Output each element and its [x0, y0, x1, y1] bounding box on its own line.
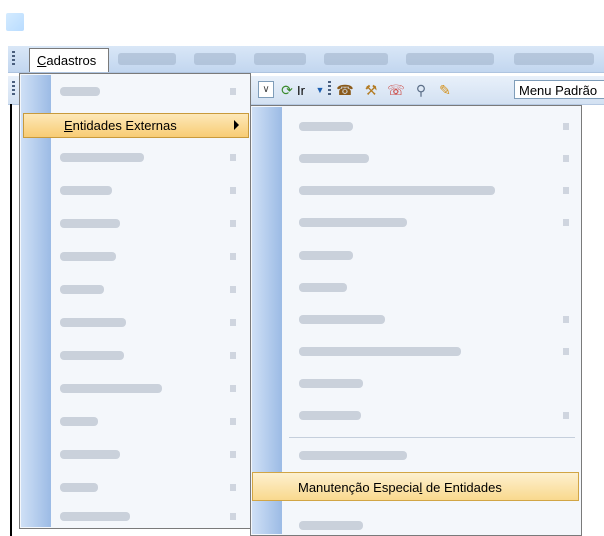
menu-item-obscured[interactable] — [299, 122, 353, 131]
profile-combo[interactable]: Menu Padrão — [514, 80, 604, 99]
submenu-arrow-icon — [230, 286, 236, 293]
toolbar-grip[interactable] — [12, 81, 15, 97]
submenu-arrow-icon — [563, 412, 569, 419]
toolbar-grip[interactable] — [328, 81, 331, 97]
submenu-arrow-icon — [230, 484, 236, 491]
submenu-arrow-icon — [563, 348, 569, 355]
submenu-arrow-icon — [230, 385, 236, 392]
menu-item-obscured[interactable] — [299, 251, 353, 260]
entidades-externas-mnemonic: E — [64, 118, 73, 133]
menu-icon-stripe — [252, 107, 282, 534]
menu-icon-stripe — [21, 75, 51, 527]
menu-item-obscured[interactable] — [60, 351, 124, 360]
menu-item-obscured[interactable] — [60, 417, 98, 426]
submenu-arrow-icon — [563, 187, 569, 194]
submenu-arrow-icon — [563, 219, 569, 226]
menu-item-obscured[interactable] — [60, 384, 162, 393]
menu-cadastros-label: adastros — [46, 53, 97, 68]
menu-item-manutencao-especial-de-entidades[interactable]: Manutenção Especial de Entidades — [252, 472, 579, 501]
refresh-icon[interactable]: ⟳ — [278, 81, 296, 99]
menu-item-obscured[interactable] — [299, 283, 347, 292]
menu-item-obscured[interactable] — [254, 53, 306, 65]
menu-cadastros-mnemonic: C — [37, 53, 47, 68]
menu-item-obscured[interactable] — [60, 450, 120, 459]
menu-item-obscured[interactable] — [299, 315, 385, 324]
submenu-arrow-icon — [230, 451, 236, 458]
manutencao-especial-label-after: de Entidades — [422, 480, 502, 495]
submenu-arrow-icon — [230, 513, 236, 520]
submenu-arrow-icon — [563, 123, 569, 130]
tools-icon[interactable]: ⚒ — [362, 81, 380, 99]
menubar-grip[interactable] — [12, 51, 15, 67]
menu-item-obscured[interactable] — [60, 153, 144, 162]
menu-item-obscured[interactable] — [194, 53, 236, 65]
menu-item-obscured[interactable] — [299, 521, 363, 530]
menu-item-obscured[interactable] — [514, 53, 594, 65]
menu-item-entidades-externas-label: Entidades Externas — [64, 118, 177, 133]
submenu-arrow-icon — [230, 220, 236, 227]
menu-separator — [289, 437, 575, 438]
app-icon — [6, 13, 24, 31]
menu-item-obscured[interactable] — [60, 252, 116, 261]
entidades-externas-label-rest: ntidades Externas — [72, 118, 177, 133]
menu-item-obscured[interactable] — [299, 347, 461, 356]
menu-cadastros[interactable]: Cadastros — [29, 48, 109, 72]
search-icon[interactable]: ⚲ — [412, 81, 430, 99]
submenu-arrow-icon — [230, 418, 236, 425]
menu-item-obscured[interactable] — [299, 411, 361, 420]
phone-icon[interactable]: ☏ — [387, 81, 405, 99]
menu-item-obscured[interactable] — [60, 219, 120, 228]
go-button[interactable]: Ir — [297, 83, 305, 98]
menu-item-obscured[interactable] — [299, 451, 407, 460]
submenu-arrow-icon — [230, 88, 236, 95]
combo-dropdown-button[interactable]: ∨ — [258, 81, 274, 98]
submenu-arrow-icon — [230, 319, 236, 326]
manutencao-especial-label: Manutenção Especial de Entidades — [298, 480, 502, 495]
manutencao-especial-label-before: Manutenção Especia — [298, 480, 420, 495]
submenu-arrow-icon — [230, 352, 236, 359]
user-phone-icon[interactable]: ☎ — [336, 81, 354, 99]
submenu-arrow-icon — [230, 187, 236, 194]
menu-bar: Cadastros — [8, 46, 604, 73]
menu-item-obscured[interactable] — [60, 87, 100, 96]
menu-item-obscured[interactable] — [118, 53, 176, 65]
submenu-arrow-icon — [230, 253, 236, 260]
pencil-icon[interactable]: ✎ — [436, 81, 454, 99]
menu-item-obscured[interactable] — [60, 186, 112, 195]
menu-item-obscured[interactable] — [60, 512, 130, 521]
submenu-arrow-icon — [563, 316, 569, 323]
filter-icon[interactable]: ▼ — [311, 81, 329, 99]
menu-item-obscured[interactable] — [60, 318, 126, 327]
workspace-border — [10, 104, 12, 536]
menu-item-obscured[interactable] — [60, 285, 104, 294]
submenu-arrow-icon — [563, 155, 569, 162]
menu-item-obscured[interactable] — [406, 53, 494, 65]
menu-item-obscured[interactable] — [324, 53, 388, 65]
menu-item-obscured[interactable] — [299, 379, 363, 388]
menu-item-entidades-externas[interactable]: Entidades Externas — [23, 113, 249, 138]
submenu-arrow-icon — [234, 120, 239, 130]
menu-item-obscured[interactable] — [299, 186, 495, 195]
menu-item-obscured[interactable] — [60, 483, 98, 492]
menu-item-obscured[interactable] — [299, 154, 369, 163]
cadastros-dropdown — [19, 73, 251, 529]
menu-item-obscured[interactable] — [299, 218, 407, 227]
submenu-arrow-icon — [230, 154, 236, 161]
